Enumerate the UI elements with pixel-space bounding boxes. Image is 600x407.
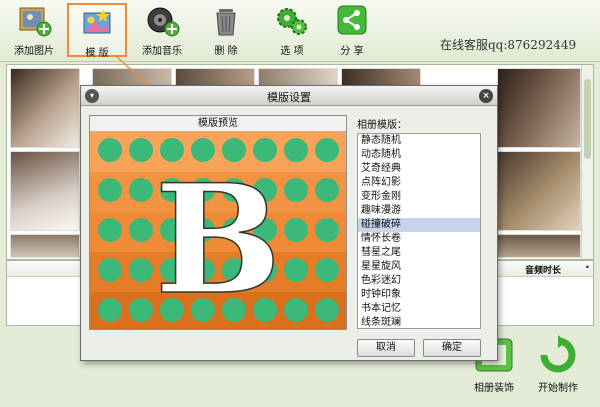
photo-thumbnail[interactable]	[497, 151, 581, 231]
add-picture-icon	[16, 5, 52, 37]
dialog-title: 模版设置	[267, 91, 311, 104]
extra-column[interactable]: •	[585, 263, 590, 272]
gears-icon	[274, 5, 310, 37]
template-option[interactable]: 情怀长卷	[358, 232, 480, 246]
photo-scrollbar[interactable]	[581, 65, 593, 259]
template-option[interactable]: 艾奇经典	[358, 162, 480, 176]
options-button[interactable]: 选 项	[262, 3, 322, 57]
template-button[interactable]: 模 版	[67, 3, 127, 59]
photo-thumbnail[interactable]	[497, 234, 581, 258]
preview-dot	[98, 218, 122, 242]
refresh-arrow-icon	[540, 335, 576, 373]
preview-dot	[315, 138, 339, 162]
start-making-button[interactable]: 开始制作	[528, 334, 588, 400]
start-making-label: 开始制作	[538, 383, 578, 394]
template-option[interactable]: 碰撞破碎	[358, 218, 480, 232]
template-settings-dialog: ▾ 模版设置 × 模版预览 B 相册模版： 静态随机 动态随机 艾奇经典 点阵幻影 变形…	[80, 85, 498, 361]
dialog-titlebar: ▾ 模版设置 ×	[81, 86, 497, 106]
add-music-button[interactable]: 添加音乐	[132, 3, 192, 57]
delete-label: 删 除	[214, 46, 238, 57]
preview-letter: B	[155, 152, 282, 328]
trash-icon	[208, 5, 244, 37]
template-icon	[79, 7, 115, 39]
photo-thumbnail[interactable]	[10, 151, 80, 231]
template-option[interactable]: 动态随机	[358, 148, 480, 162]
template-option[interactable]: 点阵幻影	[358, 176, 480, 190]
cancel-button[interactable]: 取消	[357, 339, 415, 357]
preview-dot	[129, 138, 153, 162]
photo-thumbnail[interactable]	[10, 234, 80, 258]
preview-dot	[284, 178, 308, 202]
template-option[interactable]: 彗星之尾	[358, 246, 480, 260]
template-preview-panel: 模版预览 B	[89, 115, 347, 330]
preview-dot	[129, 218, 153, 242]
album-decorate-label: 相册装饰	[474, 383, 514, 394]
customer-service-text: 在线客服qq:876292449	[440, 38, 577, 52]
preview-dot	[284, 298, 308, 322]
template-list[interactable]: 静态随机 动态随机 艾奇经典 点阵幻影 变形金刚 趣味漫游 碰撞破碎 情怀长卷 彗星之尾 星星旋风…	[357, 133, 481, 329]
share-label: 分 享	[340, 46, 364, 57]
photo-thumbnail[interactable]	[497, 68, 581, 148]
share-icon	[334, 5, 370, 37]
options-label: 选 项	[280, 46, 304, 57]
preview-dot	[284, 218, 308, 242]
add-music-icon	[144, 5, 180, 37]
preview-dot	[98, 258, 122, 282]
template-option[interactable]: 时钟印象	[358, 288, 480, 302]
template-preview-image: B	[90, 132, 346, 329]
preview-dot	[98, 138, 122, 162]
preview-dot	[129, 178, 153, 202]
template-option[interactable]: 趣味漫游	[358, 204, 480, 218]
close-icon[interactable]: ×	[479, 89, 493, 103]
template-option[interactable]: 线条斑斓	[358, 316, 480, 328]
add-picture-button[interactable]: 添加图片	[4, 3, 64, 57]
template-option[interactable]: 色彩迷幻	[358, 274, 480, 288]
template-label: 模 版	[85, 48, 109, 59]
template-option[interactable]: 静态随机	[358, 134, 480, 148]
template-list-label: 相册模版：	[357, 120, 407, 131]
preview-title: 模版预览	[90, 116, 346, 132]
scrollbar-thumb[interactable]	[584, 79, 591, 159]
preview-dot	[315, 178, 339, 202]
audio-duration-column[interactable]: 音频时长	[525, 263, 561, 276]
preview-dot	[98, 298, 122, 322]
main-toolbar: 添加图片 模 版 添加音乐 删 除 选 项 分 享 在线客服qq:8762924…	[0, 0, 600, 62]
preview-dot	[284, 258, 308, 282]
photo-thumbnail[interactable]	[10, 68, 80, 148]
delete-button[interactable]: 删 除	[196, 3, 256, 57]
template-option[interactable]: 书本记忆	[358, 302, 480, 316]
ok-button[interactable]: 确定	[423, 339, 481, 357]
preview-dot	[315, 258, 339, 282]
add-picture-label: 添加图片	[14, 46, 54, 57]
share-button[interactable]: 分 享	[322, 3, 382, 57]
preview-dot	[129, 298, 153, 322]
preview-dot	[315, 218, 339, 242]
preview-dot	[284, 138, 308, 162]
preview-dot	[98, 178, 122, 202]
template-option[interactable]: 星星旋风	[358, 260, 480, 274]
preview-dot	[315, 298, 339, 322]
template-option[interactable]: 变形金刚	[358, 190, 480, 204]
preview-dot	[129, 258, 153, 282]
